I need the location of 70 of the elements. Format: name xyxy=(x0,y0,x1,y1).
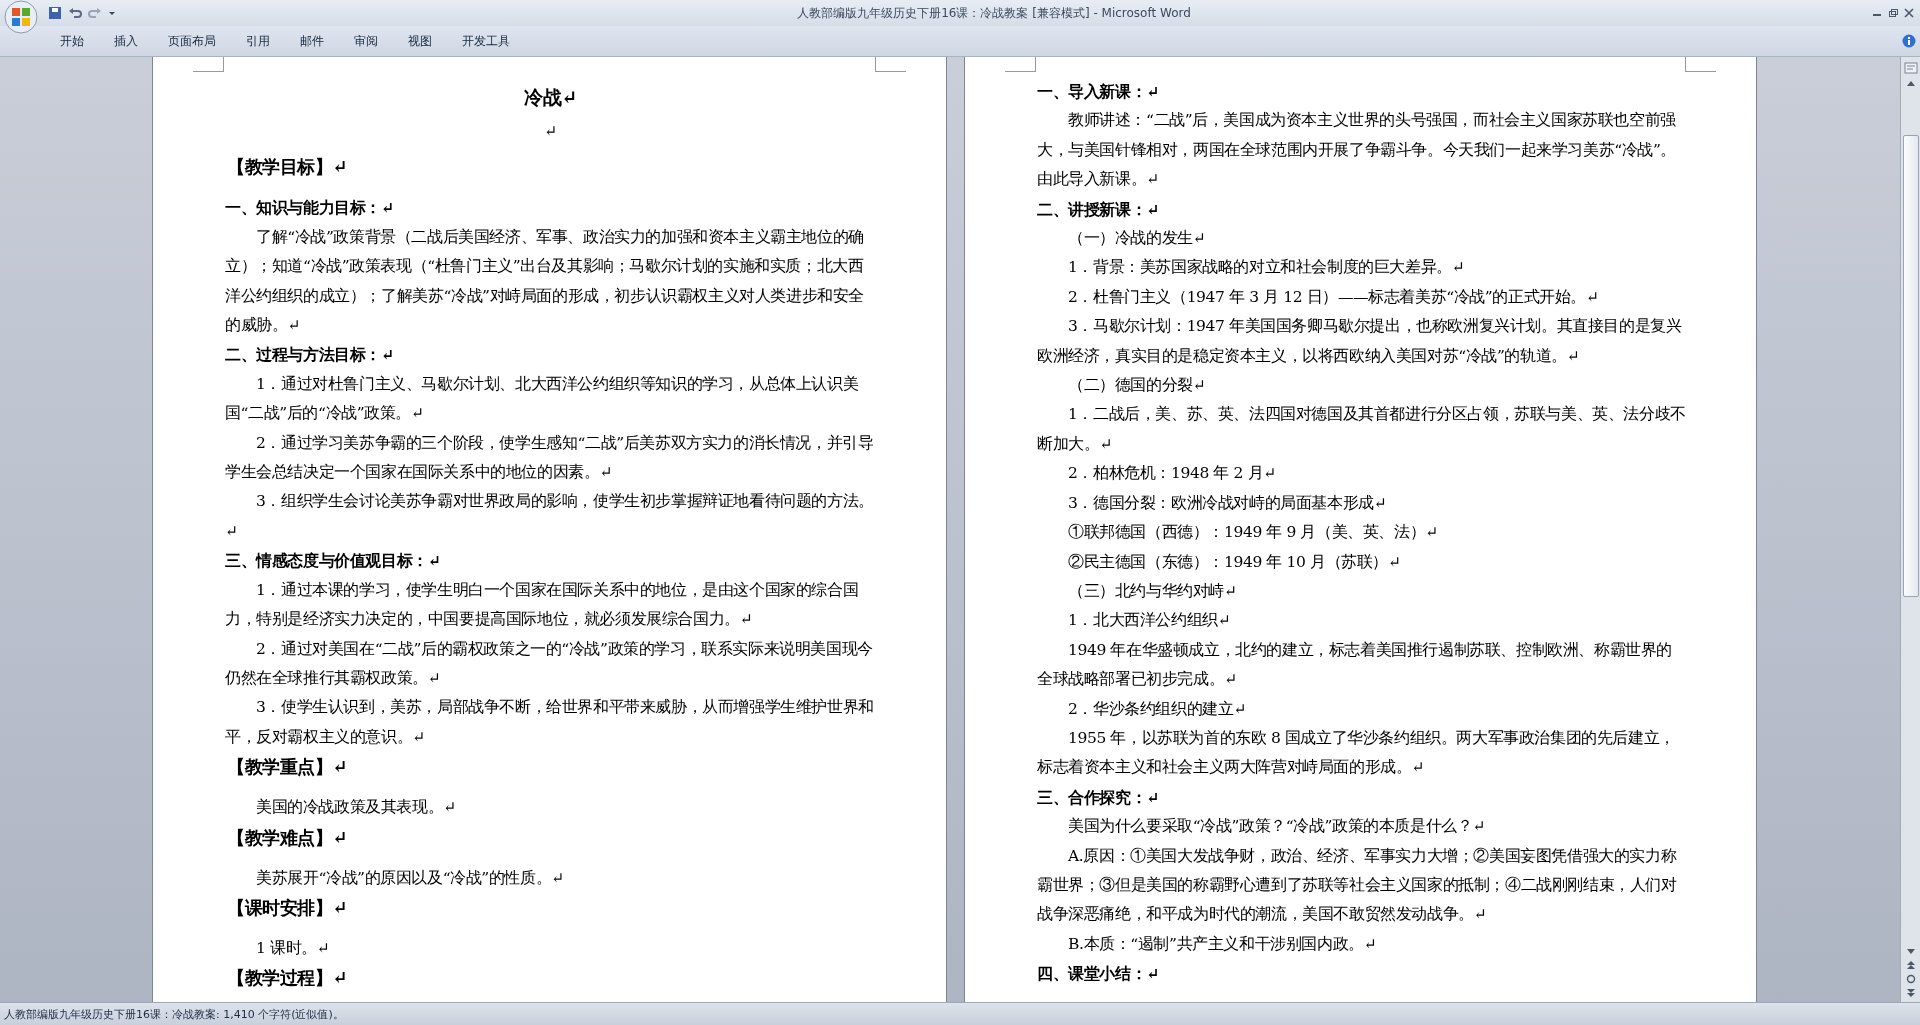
paragraph: B.本质：“遏制”共产主义和干涉别国内政。↵ xyxy=(1067,933,1378,955)
paragraph-mark: ↵ xyxy=(543,121,558,142)
dropdown-icon[interactable] xyxy=(108,9,116,17)
paragraph: 1．通过对杜鲁门主义、马歇尔计划、北大西洋公约组织等知识的学习，从总体上认识美国“二战”后的“冷战”政策。↵ xyxy=(225,373,860,425)
ribbon-tab[interactable]: 引用 xyxy=(234,30,282,52)
browse-object-icon[interactable] xyxy=(1905,974,1916,984)
crop-mark xyxy=(875,57,906,72)
paragraph: 3．使学生认识到，美苏，局部战争不断，给世界和平带来威胁，从而增强学生维护世界和平，反对霸权主义的意识。↵ xyxy=(225,697,875,748)
window-title: 人教部编版九年级历史下册16课：冷战教案 [兼容模式] - Microsoft Word xyxy=(797,4,1191,22)
ribbon-tab[interactable]: 页面布局 xyxy=(156,30,228,52)
section-heading: 【教学难点】↵ xyxy=(227,825,349,850)
ribbon-tab[interactable]: 视图 xyxy=(396,30,444,52)
restore-icon[interactable] xyxy=(1888,8,1898,18)
subheading: 二、过程与方法目标：↵ xyxy=(225,344,395,367)
paragraph: （三）北约与华约对峙↵ xyxy=(1067,580,1238,602)
paragraph: 3．组织学生会讨论美苏争霸对世界政局的影响，使学生初步掌握辩证地看待问题的方法。↵ xyxy=(225,491,875,542)
previous-page-icon[interactable] xyxy=(1905,960,1916,970)
paragraph: 了解“冷战”政策背景（二战后美国经济、军事、政治实力的加强和资本主义霸主地位的确立）；知道“冷战”政策表现（“杜鲁门主义”出台及其影响；马歇尔计划的实施和实质；北大西洋公约组织的成立）；了解美苏“冷战”对峙局面的形成，初步认识霸权主义对人类进步和安全的威胁。↵ xyxy=(225,226,866,337)
paragraph: 1．通过本课的学习，使学生明白一个国家在国际关系中的地位，是由这个国家的综合国力，特别是经济实力决定的，中国要提高国际地位，就必须发展综合国力。↵ xyxy=(225,579,860,631)
paragraph: 美国为什么要采取“冷战”政策？“冷战”政策的本质是什么？↵ xyxy=(1067,816,1487,838)
paragraph: 2．华沙条约组织的建立↵ xyxy=(1067,698,1248,720)
section-heading: 【课时安排】↵ xyxy=(227,895,349,920)
ribbon-tab[interactable]: 开发工具 xyxy=(450,30,522,52)
subheading: 一、导入新课：↵ xyxy=(1037,81,1160,103)
crop-mark xyxy=(193,57,224,72)
paragraph: 1．北大西洋公约组织↵ xyxy=(1067,610,1232,632)
paragraph: 2．通过学习美苏争霸的三个阶段，使学生感知“二战”后美苏双方实力的消长情况，并引导学生会总结决定一个国家在国际关系中的地位的因素。↵ xyxy=(225,432,875,484)
ribbon-tab[interactable]: 审阅 xyxy=(342,30,390,52)
paragraph: 美苏展开“冷战”的原因以及“冷战”的性质。↵ xyxy=(255,867,565,889)
paragraph: 1．二战后，美、苏、英、法四国对德国及其首都进行分区占领，苏联与美、英、法分歧不断加大。↵ xyxy=(1037,404,1686,455)
paragraph: 1955 年，以苏联为首的东欧 8 国成立了华沙条约组织。两大军事政治集团的先后建立，标志着资本主义和社会主义两大阵营对峙局面的形成。↵ xyxy=(1037,727,1676,779)
scrollbar[interactable] xyxy=(1900,57,1920,1002)
ruler-toggle-icon[interactable] xyxy=(1903,61,1918,75)
paragraph: （一）冷战的发生↵ xyxy=(1067,228,1207,250)
document-title: 冷战↵ xyxy=(523,85,578,110)
section-heading: 【教学目标】↵ xyxy=(227,155,349,180)
paragraph: 3．马歇尔计划：1947 年美国国务卿马歇尔提出，也称欧洲复兴计划。其直接目的是复兴欧洲经济，真实目的是稳定资本主义，以将西欧纳入美国对苏“冷战”的轨道。↵ xyxy=(1037,316,1683,367)
subheading: 二、讲授新课：↵ xyxy=(1037,198,1160,221)
scroll-down-icon[interactable] xyxy=(1905,948,1916,956)
subheading: 一、知识与能力目标：↵ xyxy=(225,197,395,220)
next-page-icon[interactable] xyxy=(1905,988,1916,998)
scroll-thumb[interactable] xyxy=(1902,135,1919,597)
scroll-up-icon[interactable] xyxy=(1905,79,1916,87)
paragraph: ②民主德国（东德）：1949 年 10 月（苏联）↵ xyxy=(1067,551,1402,573)
paragraph: 1949 年在华盛顿成立，北约的建立，标志着美国推行遏制苏联、控制欧洲、称霸世界的全球战略部署已初步完成。↵ xyxy=(1037,639,1673,691)
paragraph: 美国的冷战政策及其表现。↵ xyxy=(255,797,457,819)
subheading: 三、合作探究：↵ xyxy=(1037,786,1160,809)
crop-mark xyxy=(1685,57,1716,72)
paragraph: 3．德国分裂：欧洲冷战对峙的局面基本形成↵ xyxy=(1067,492,1388,514)
paragraph: 1 课时。↵ xyxy=(255,937,331,959)
ribbon-tab[interactable]: 插入 xyxy=(102,30,150,52)
subheading: 四、课堂小结：↵ xyxy=(1037,963,1160,986)
status-text: 人教部编版九年级历史下册16课：冷战教案: 1,410 个字符(近似值)。 xyxy=(4,1006,344,1022)
paragraph: ①联邦德国（西德）：1949 年 9 月（美、英、法）↵ xyxy=(1067,522,1439,544)
section-heading: 【教学过程】↵ xyxy=(227,966,349,991)
paragraph: 2．杜鲁门主义（1947 年 3 月 12 日）——标志着美苏“冷战”的正式开始。↵ xyxy=(1067,286,1600,308)
paragraph: （二）德国的分裂↵ xyxy=(1067,375,1207,397)
subheading: 三、情感态度与价值观目标：↵ xyxy=(225,550,442,573)
paragraph: 教师讲述：“二战”后，美国成为资本主义世界的头号强国，而社会主义国家苏联也空前强大，与美国针锋相对，两国在全球范围内开展了争霸斗争。今天我们一起来学习美苏“冷战”。由此导入新课。↵ xyxy=(1037,110,1678,191)
paragraph: A.原因：①美国大发战争财，政治、经济、军事实力大增；②美国妄图凭借强大的实力称霸世界；③但是美国的称霸野心遭到了苏联等社会主义国家的抵制；④二战刚刚结束，人们对战争深恶痛绝，和平成为时代的潮流，美国不敢贸然发动战争。↵ xyxy=(1037,845,1678,926)
paragraph: 1．背景：美苏国家战略的对立和社会制度的巨大差异。↵ xyxy=(1067,257,1466,279)
ribbon-tab[interactable]: 邮件 xyxy=(288,30,336,52)
paragraph: 2．柏林危机：1948 年 2 月↵ xyxy=(1067,463,1277,485)
undo-icon[interactable] xyxy=(68,6,82,20)
paragraph: 2．通过对美国在“二战”后的霸权政策之一的“冷战”政策的学习，联系实际来说明美国现今仍然在全球推行其霸权政策。↵ xyxy=(225,638,874,689)
save-icon[interactable] xyxy=(48,6,62,20)
crop-mark xyxy=(1005,57,1036,72)
ribbon-tab[interactable]: 开始 xyxy=(48,30,96,52)
section-heading: 【教学重点】↵ xyxy=(227,755,349,780)
close-icon[interactable] xyxy=(1904,8,1914,18)
